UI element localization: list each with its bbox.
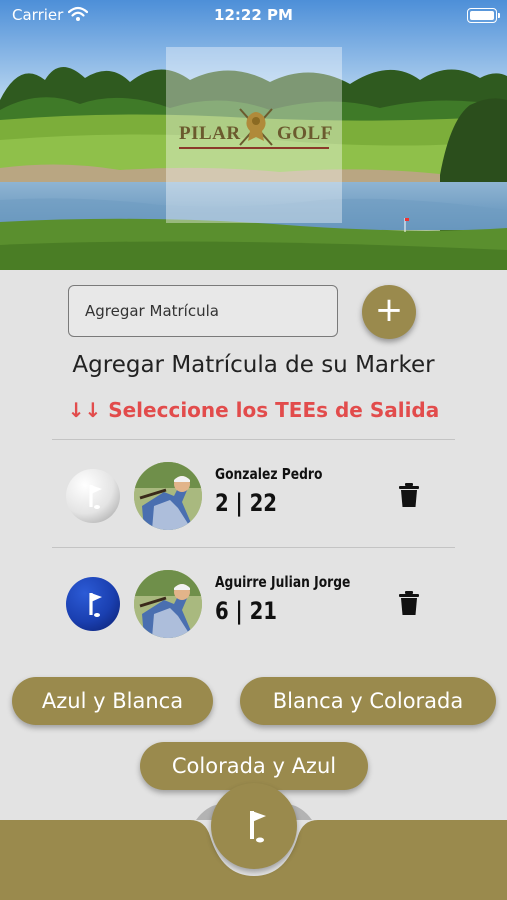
trash-icon[interactable] [399,483,419,507]
tee-ball-white[interactable] [66,469,120,523]
status-bar: Carrier 12:22 PM [0,0,507,32]
player-name: Aguirre Julian Jorge [215,573,351,591]
add-matricula-button[interactable]: + [362,285,416,339]
clock: 12:22 PM [214,6,293,24]
divider [52,547,455,548]
tee-selection-prompt: ↓↓ Seleccione los TEEs de Salida [67,398,440,422]
player-score: 6 | 21 [215,597,277,625]
header-banner: Carrier 12:22 PM PILAR GOLF [0,0,507,270]
plus-icon: + [374,290,404,330]
lion-crest-icon [239,108,273,146]
tee-ball-blue[interactable] [66,577,120,631]
divider [52,439,455,440]
trash-icon[interactable] [399,591,419,615]
logo-text-left: PILAR [179,123,241,144]
battery-icon [467,8,500,23]
player-row[interactable]: Aguirre Julian Jorge 6 | 21 [52,551,455,651]
tee-option-azul-blanca[interactable]: Azul y Blanca [12,677,213,725]
player-score: 2 | 22 [215,489,277,517]
golf-flag-icon [89,485,102,509]
logo-underline [179,147,329,149]
avatar [134,570,202,638]
tee-flag-button[interactable] [211,783,297,869]
golf-flag-icon [250,811,266,843]
logo-text-right: GOLF [277,123,333,144]
page-title: Agregar Matrícula de su Marker [72,352,435,378]
avatar [134,462,202,530]
matricula-input[interactable] [68,285,338,337]
club-logo: PILAR GOLF [166,47,342,223]
player-row[interactable]: Gonzalez Pedro 2 | 22 [52,443,455,543]
tee-option-blanca-colorada[interactable]: Blanca y Colorada [240,677,496,725]
golf-flag-icon [89,593,102,617]
player-name: Gonzalez Pedro [215,465,323,483]
